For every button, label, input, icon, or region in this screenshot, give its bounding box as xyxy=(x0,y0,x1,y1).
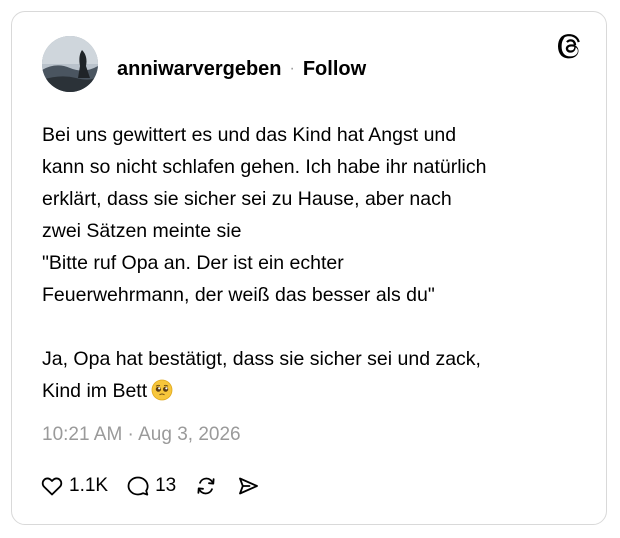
post-header: anniwarvergeben · Follow xyxy=(117,57,366,81)
post-text-line: erklärt, dass sie sicher sei zu Hause, a… xyxy=(42,188,452,210)
post-text-line: Feuerwehrmann, der weiß das besser als d… xyxy=(42,284,435,306)
comment-icon xyxy=(126,474,150,498)
avatar-photo xyxy=(42,36,98,92)
post-text-last-line: Kind im Bett xyxy=(42,375,582,407)
header-separator: · xyxy=(289,60,295,77)
share-icon xyxy=(236,474,260,498)
repost-button[interactable] xyxy=(194,474,218,498)
post-text-line: kann so nicht schlafen gehen. Ich habe i… xyxy=(42,156,487,178)
follow-button[interactable]: Follow xyxy=(303,58,366,81)
author-avatar[interactable] xyxy=(42,36,98,92)
post-text-line: Ja, Opa hat bestätigt, dass sie sicher s… xyxy=(42,348,481,370)
post-timestamp[interactable]: 10:21 AM · Aug 3, 2026 xyxy=(42,424,241,446)
threads-logo-icon[interactable] xyxy=(556,32,584,60)
post-text-blank-line xyxy=(42,311,582,343)
post-card: anniwarvergeben · Follow Bei uns gewitte… xyxy=(11,11,607,525)
heart-icon xyxy=(40,474,64,498)
post-text-line: Bei uns gewittert es und das Kind hat An… xyxy=(42,124,457,146)
like-count: 1.1K xyxy=(69,475,109,496)
reply-count: 13 xyxy=(155,475,177,496)
post-text-line: zwei Sätzen meinte sie xyxy=(42,220,242,242)
reply-button[interactable]: 13 xyxy=(126,474,176,498)
repost-icon xyxy=(194,474,218,498)
post-text-line: Kind im Bett xyxy=(42,380,148,402)
pleading-face-emoji xyxy=(151,379,173,401)
post-text: Bei uns gewittert es und das Kind hat An… xyxy=(42,119,582,407)
like-button[interactable]: 1.1K xyxy=(40,474,108,498)
author-username[interactable]: anniwarvergeben xyxy=(117,58,282,81)
share-button[interactable] xyxy=(236,474,260,498)
post-text-line: "Bitte ruf Opa an. Der ist ein echter xyxy=(42,252,344,274)
post-actions: 1.1K 13 xyxy=(40,472,278,500)
